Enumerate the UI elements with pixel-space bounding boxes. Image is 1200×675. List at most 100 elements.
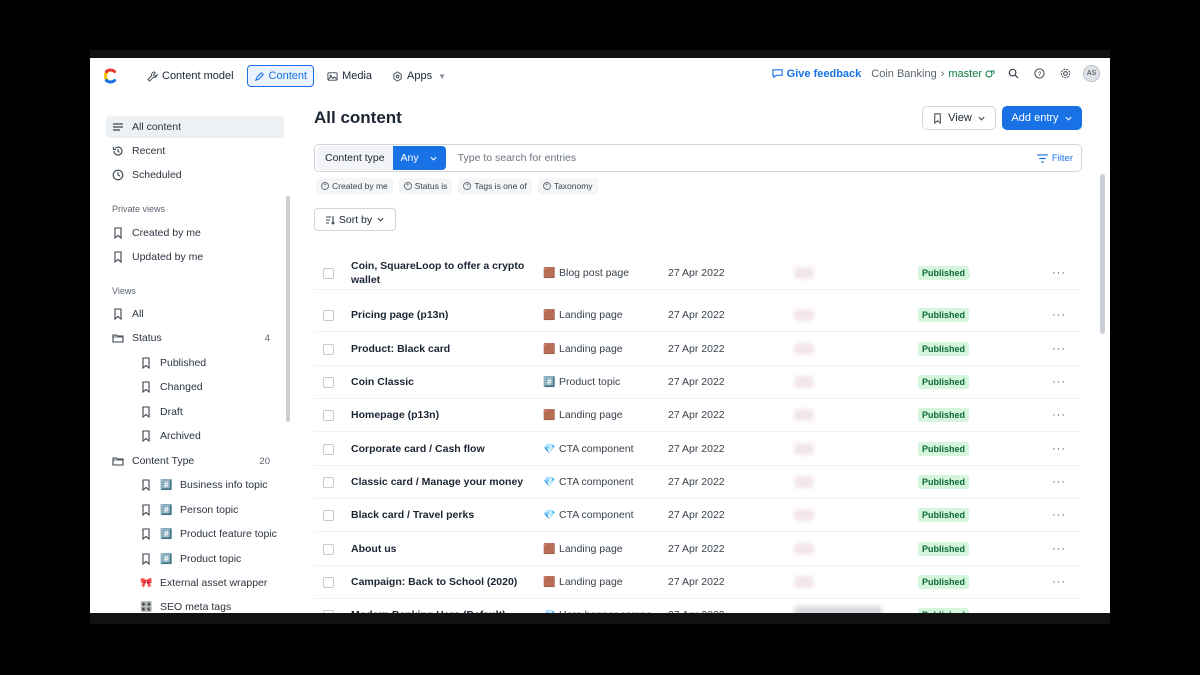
table-row[interactable]: Pricing page (p13n) 🟫 Landing page 27 Apr 2…: [314, 299, 1082, 332]
row-checkbox[interactable]: [323, 343, 334, 355]
more-actions-icon[interactable]: ···: [1052, 476, 1066, 488]
sidebar-item-created-by-me[interactable]: Created by me: [106, 222, 284, 244]
sort-by-button[interactable]: Sort by: [314, 208, 396, 231]
more-actions-icon[interactable]: ···: [1052, 509, 1066, 521]
help-icon[interactable]: ?: [1031, 66, 1047, 82]
entry-name[interactable]: Product: Black card: [351, 342, 531, 356]
search-icon[interactable]: [1005, 66, 1021, 82]
contentful-logo-icon[interactable]: [101, 67, 119, 85]
sidebar-folder-status[interactable]: Status 4: [106, 327, 284, 349]
sidebar-item-published[interactable]: Published: [116, 352, 284, 374]
row-checkbox[interactable]: [323, 509, 334, 521]
content-type-select[interactable]: Any: [392, 146, 446, 170]
sidebar-item-updated-by-me[interactable]: Updated by me: [106, 246, 284, 268]
more-actions-icon[interactable]: ···: [1052, 376, 1066, 388]
sidebar-item-business-info-topic[interactable]: #️⃣ Business info topic: [116, 474, 284, 496]
entry-name[interactable]: Homepage (p13n): [351, 408, 531, 422]
nav-media[interactable]: Media: [320, 65, 379, 87]
table-row[interactable]: About us 🟫 Landing page 27 Apr 2022 Publishe…: [314, 533, 1082, 566]
sidebar-item-recent[interactable]: Recent: [106, 140, 284, 162]
row-checkbox[interactable]: [323, 309, 334, 321]
entry-name[interactable]: Black card / Travel perks: [351, 508, 531, 522]
add-entry-button[interactable]: Add entry: [1002, 106, 1082, 130]
table-row[interactable]: Black card / Travel perks 💎 CTA component 2…: [314, 499, 1082, 532]
chip-label: Tags is one of: [474, 181, 527, 191]
bookmark-icon: [142, 528, 150, 540]
more-actions-icon[interactable]: ···: [1052, 343, 1066, 355]
sidebar-item-changed[interactable]: Changed: [116, 376, 284, 398]
chip-tags-is-one-of[interactable]: + Tags is one of: [458, 178, 532, 194]
status-badge: Published: [918, 575, 970, 589]
sidebar-item-scheduled[interactable]: Scheduled: [106, 164, 284, 186]
more-actions-icon[interactable]: ···: [1052, 267, 1066, 279]
sidebar-item-label: Scheduled: [132, 169, 182, 181]
main-scrollbar[interactable]: [1100, 174, 1105, 334]
entry-name[interactable]: Classic card / Manage your money: [351, 475, 531, 489]
entry-name[interactable]: Corporate card / Cash flow: [351, 442, 531, 456]
table-row[interactable]: Coin Classic #️⃣ Product topic 27 Apr 2022 P…: [314, 366, 1082, 399]
settings-gear-icon[interactable]: [1057, 66, 1073, 82]
entry-name[interactable]: Campaign: Back to School (2020): [351, 575, 531, 589]
nav-content[interactable]: Content: [246, 65, 315, 87]
entry-name[interactable]: Coin, SquareLoop to offer a crypto walle…: [351, 259, 531, 287]
nav-content-model[interactable]: Content model: [140, 65, 241, 87]
table-row[interactable]: Product: Black card 🟫 Landing page 27 Apr 2…: [314, 333, 1082, 366]
table-row[interactable]: Homepage (p13n) 🟫 Landing page 27 Apr 2022 P…: [314, 399, 1082, 432]
search-input[interactable]: [457, 152, 1037, 164]
more-actions-icon[interactable]: ···: [1052, 609, 1066, 613]
row-checkbox[interactable]: [323, 576, 334, 588]
table-row[interactable]: Corporate card / Cash flow 💎 CTA component…: [314, 433, 1082, 466]
table-row[interactable]: Campaign: Back to School (2020) 🟫 Landing …: [314, 566, 1082, 599]
search-bar: Content type Any Filter: [314, 144, 1082, 172]
entry-content-type: 💎 CTA component: [543, 509, 655, 521]
plus-circle-icon: +: [463, 182, 472, 190]
view-button[interactable]: View: [922, 106, 996, 130]
nav-apps[interactable]: Apps ▼: [385, 65, 453, 87]
sidebar-item-draft[interactable]: Draft: [116, 401, 284, 423]
sidebar-item-seo-meta-tags[interactable]: 🎛️ SEO meta tags: [116, 596, 284, 613]
entry-name[interactable]: Modern Banking Hero (Default): [351, 608, 531, 613]
row-checkbox[interactable]: [323, 376, 334, 388]
entry-content-type: 🟫 Landing page: [543, 409, 655, 421]
row-checkbox[interactable]: [323, 476, 334, 488]
entry-name[interactable]: Pricing page (p13n): [351, 308, 531, 322]
space-switcher[interactable]: Coin Banking › master: [871, 68, 995, 80]
row-checkbox[interactable]: [323, 409, 334, 421]
table-row[interactable]: Coin, SquareLoop to offer a crypto walle…: [314, 257, 1082, 290]
more-actions-icon[interactable]: ···: [1052, 409, 1066, 421]
sidebar-item-product-feature-topic[interactable]: #️⃣ Product feature topic: [116, 523, 284, 545]
entry-name[interactable]: Coin Classic: [351, 375, 531, 389]
chip-taxonomy[interactable]: + Taxonomy: [537, 178, 598, 194]
more-actions-icon[interactable]: ···: [1052, 576, 1066, 588]
sidebar-item-all[interactable]: All: [106, 303, 284, 325]
folder-open-icon: [112, 457, 124, 466]
table-row[interactable]: Classic card / Manage your money 💎 CTA com…: [314, 466, 1082, 499]
chip-created-by-me[interactable]: + Created by me: [316, 178, 393, 194]
sidebar-item-product-topic[interactable]: #️⃣ Product topic: [116, 548, 284, 570]
quick-filter-chips: + Created by me + Status is + Tags is one o…: [316, 178, 598, 194]
content-type-label: Landing page: [559, 543, 623, 555]
sidebar-item-person-topic[interactable]: #️⃣ Person topic: [116, 499, 284, 521]
table-row[interactable]: Modern Banking Hero (Default) 💎 Hero banne…: [314, 599, 1082, 613]
give-feedback-link[interactable]: Give feedback: [772, 68, 861, 80]
sidebar-folder-content-type[interactable]: Content Type 20: [106, 450, 284, 472]
more-actions-icon[interactable]: ···: [1052, 309, 1066, 321]
entry-updated-date: 27 Apr 2022: [668, 609, 725, 613]
entry-name[interactable]: About us: [351, 542, 531, 556]
row-checkbox[interactable]: [323, 267, 334, 279]
author-avatar: [794, 606, 882, 613]
user-avatar[interactable]: AS: [1083, 65, 1100, 82]
filter-button[interactable]: Filter: [1036, 153, 1073, 164]
row-checkbox[interactable]: [323, 543, 334, 555]
sidebar-scrollbar[interactable]: [286, 196, 290, 422]
chip-status-is[interactable]: + Status is: [398, 178, 453, 194]
sidebar-item-archived[interactable]: Archived: [116, 425, 284, 447]
row-checkbox[interactable]: [323, 443, 334, 455]
entry-updated-date: 27 Apr 2022: [668, 309, 725, 321]
more-actions-icon[interactable]: ···: [1052, 443, 1066, 455]
gem-emoji-icon: 💎: [543, 509, 556, 521]
sidebar-item-external-asset-wrapper[interactable]: 🎀 External asset wrapper: [116, 572, 284, 594]
sidebar-item-all-content[interactable]: All content: [106, 116, 284, 138]
more-actions-icon[interactable]: ···: [1052, 543, 1066, 555]
row-checkbox[interactable]: [323, 609, 334, 613]
